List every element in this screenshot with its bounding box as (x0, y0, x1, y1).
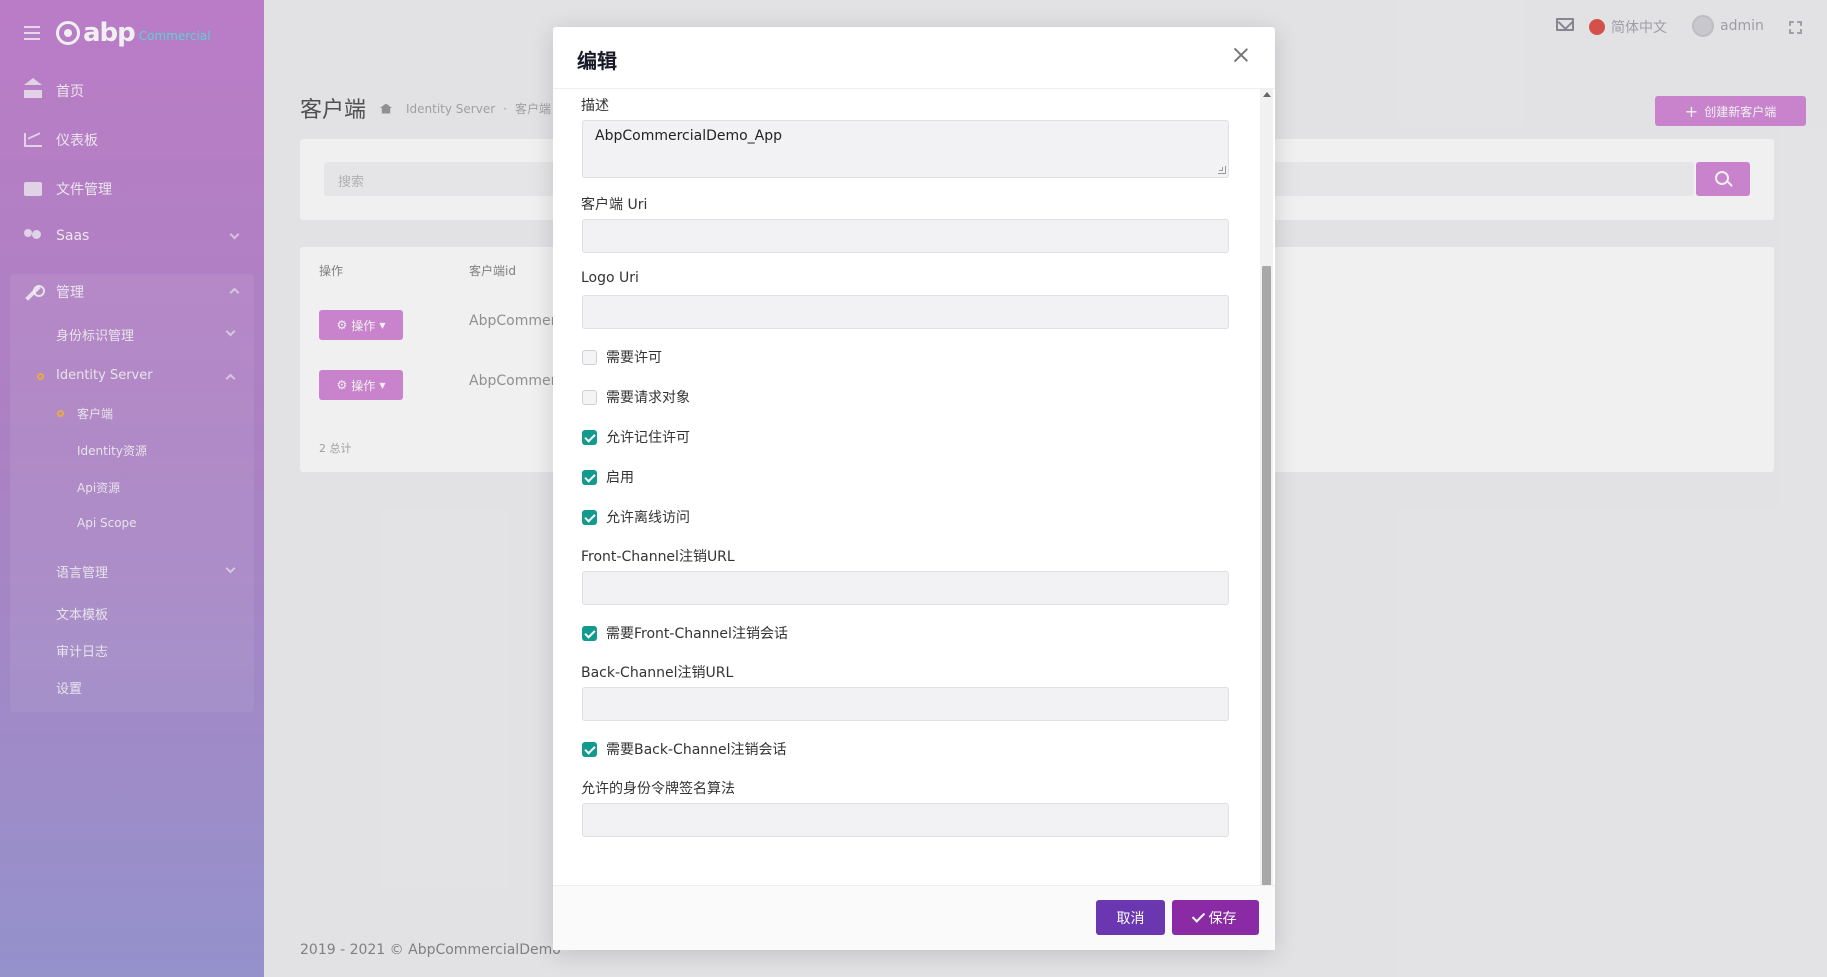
front-channel-session-checkbox[interactable]: 需要Front-Channel注销会话 (582, 623, 788, 643)
cancel-button[interactable]: 取消 (1096, 900, 1165, 935)
checkbox-checked-icon[interactable] (582, 509, 597, 525)
allow-remember-consent-checkbox[interactable]: 允许记住许可 (582, 427, 690, 447)
edit-client-modal: 编辑 描述 AbpCommercialDemo_App 客户端 Uri Logo… (553, 27, 1275, 950)
scroll-thumb[interactable] (1262, 266, 1271, 889)
modal-title: 编辑 (577, 49, 617, 73)
back-channel-url-label: Back-Channel注销URL (581, 665, 734, 681)
logo-uri-label: Logo Uri (581, 270, 639, 286)
allow-offline-access-checkbox[interactable]: 允许离线访问 (582, 507, 690, 527)
checkbox-label: 启用 (606, 470, 634, 486)
checkbox-checked-icon[interactable] (582, 741, 597, 757)
check-icon (1191, 909, 1205, 923)
signing-algorithms-label: 允许的身份令牌签名算法 (581, 781, 735, 797)
require-consent-checkbox[interactable]: 需要许可 (582, 347, 662, 367)
back-channel-session-checkbox[interactable]: 需要Back-Channel注销会话 (582, 739, 787, 759)
require-request-object-checkbox[interactable]: 需要请求对象 (582, 387, 690, 407)
cancel-label: 取消 (1116, 910, 1145, 927)
save-label: 保存 (1208, 910, 1237, 927)
checkbox-label: 需要请求对象 (606, 390, 690, 406)
checkbox-label: 需要Back-Channel注销会话 (606, 742, 787, 758)
modal-footer: 取消 保存 (553, 885, 1275, 950)
description-label: 描述 (581, 98, 609, 114)
checkbox-label: 需要Front-Channel注销会话 (606, 626, 788, 642)
front-channel-url-label: Front-Channel注销URL (581, 549, 735, 565)
modal-header: 编辑 (553, 27, 1275, 89)
checkbox-label: 允许记住许可 (606, 430, 690, 446)
checkbox-unchecked-icon[interactable] (582, 349, 597, 365)
resize-handle-icon[interactable] (1218, 166, 1226, 174)
close-icon[interactable] (1233, 47, 1249, 63)
save-button[interactable]: 保存 (1172, 900, 1259, 935)
checkbox-label: 需要许可 (606, 350, 662, 366)
modal-scrollbar[interactable] (1260, 89, 1273, 909)
checkbox-checked-icon[interactable] (582, 625, 597, 641)
scroll-up-icon[interactable] (1263, 92, 1271, 97)
front-channel-url-field[interactable] (582, 571, 1229, 605)
checkbox-label: 允许离线访问 (606, 510, 690, 526)
signing-algorithms-field[interactable] (582, 803, 1229, 837)
checkbox-checked-icon[interactable] (582, 429, 597, 445)
description-textarea[interactable]: AbpCommercialDemo_App (582, 120, 1229, 178)
checkbox-checked-icon[interactable] (582, 469, 597, 485)
checkbox-unchecked-icon[interactable] (582, 389, 597, 405)
enabled-checkbox[interactable]: 启用 (582, 467, 634, 487)
logo-uri-field[interactable] (582, 295, 1229, 329)
client-uri-label: 客户端 Uri (581, 197, 648, 213)
client-uri-field[interactable] (582, 219, 1229, 253)
back-channel-url-field[interactable] (582, 687, 1229, 721)
